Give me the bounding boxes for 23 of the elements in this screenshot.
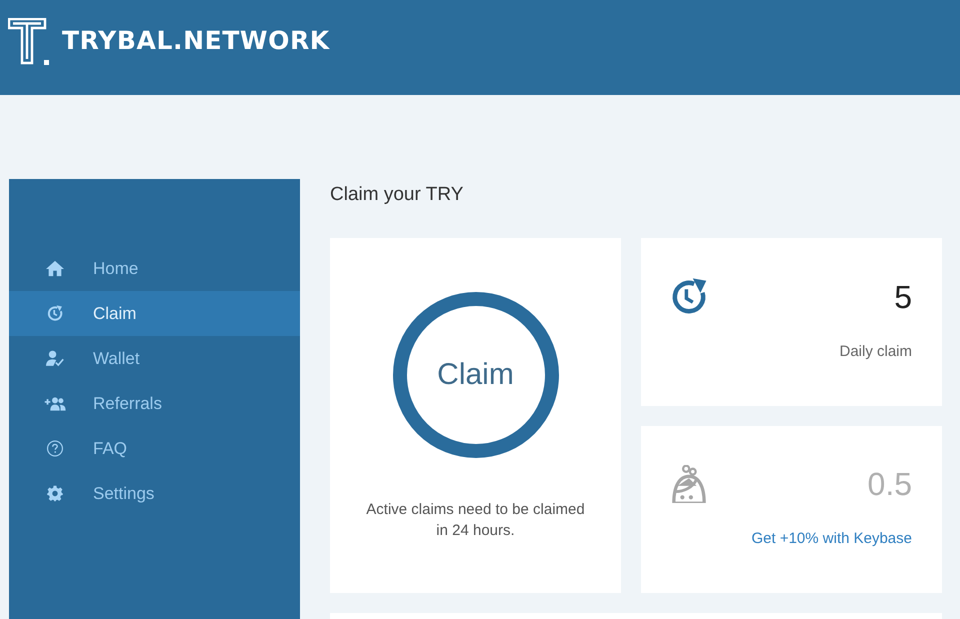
claim-note: Active claims need to be claimed in 24 hours.	[365, 500, 586, 541]
settings-icon	[46, 485, 64, 502]
sidebar-item[interactable]: FAQ	[9, 426, 300, 471]
mascot-icon	[670, 465, 708, 503]
sidebar-item[interactable]: Home	[9, 246, 300, 291]
logo-icon	[8, 18, 50, 66]
brand-name: TRYBAL.NETWORK	[62, 26, 330, 56]
page-title: Claim your TRY	[330, 183, 464, 207]
home-icon	[46, 260, 64, 277]
sidebar-item[interactable]: Wallet	[9, 336, 300, 381]
claim-button[interactable]: Claim	[392, 292, 558, 458]
user-check-icon	[46, 350, 64, 367]
bonus-link[interactable]: Get +10% with Keybase	[751, 529, 912, 549]
stat-value: 5	[894, 278, 912, 316]
sidebar-item[interactable]: Referrals	[9, 381, 300, 426]
stat-label: Daily claim	[839, 342, 912, 362]
help-icon	[46, 440, 64, 457]
clock-icon	[46, 305, 64, 322]
add-group-icon	[44, 395, 66, 412]
stat-value: 0.5	[868, 465, 912, 503]
sidebar-item[interactable]: Claim	[9, 291, 300, 336]
clock-icon	[670, 278, 708, 316]
sidebar-item[interactable]: Settings	[9, 471, 300, 516]
